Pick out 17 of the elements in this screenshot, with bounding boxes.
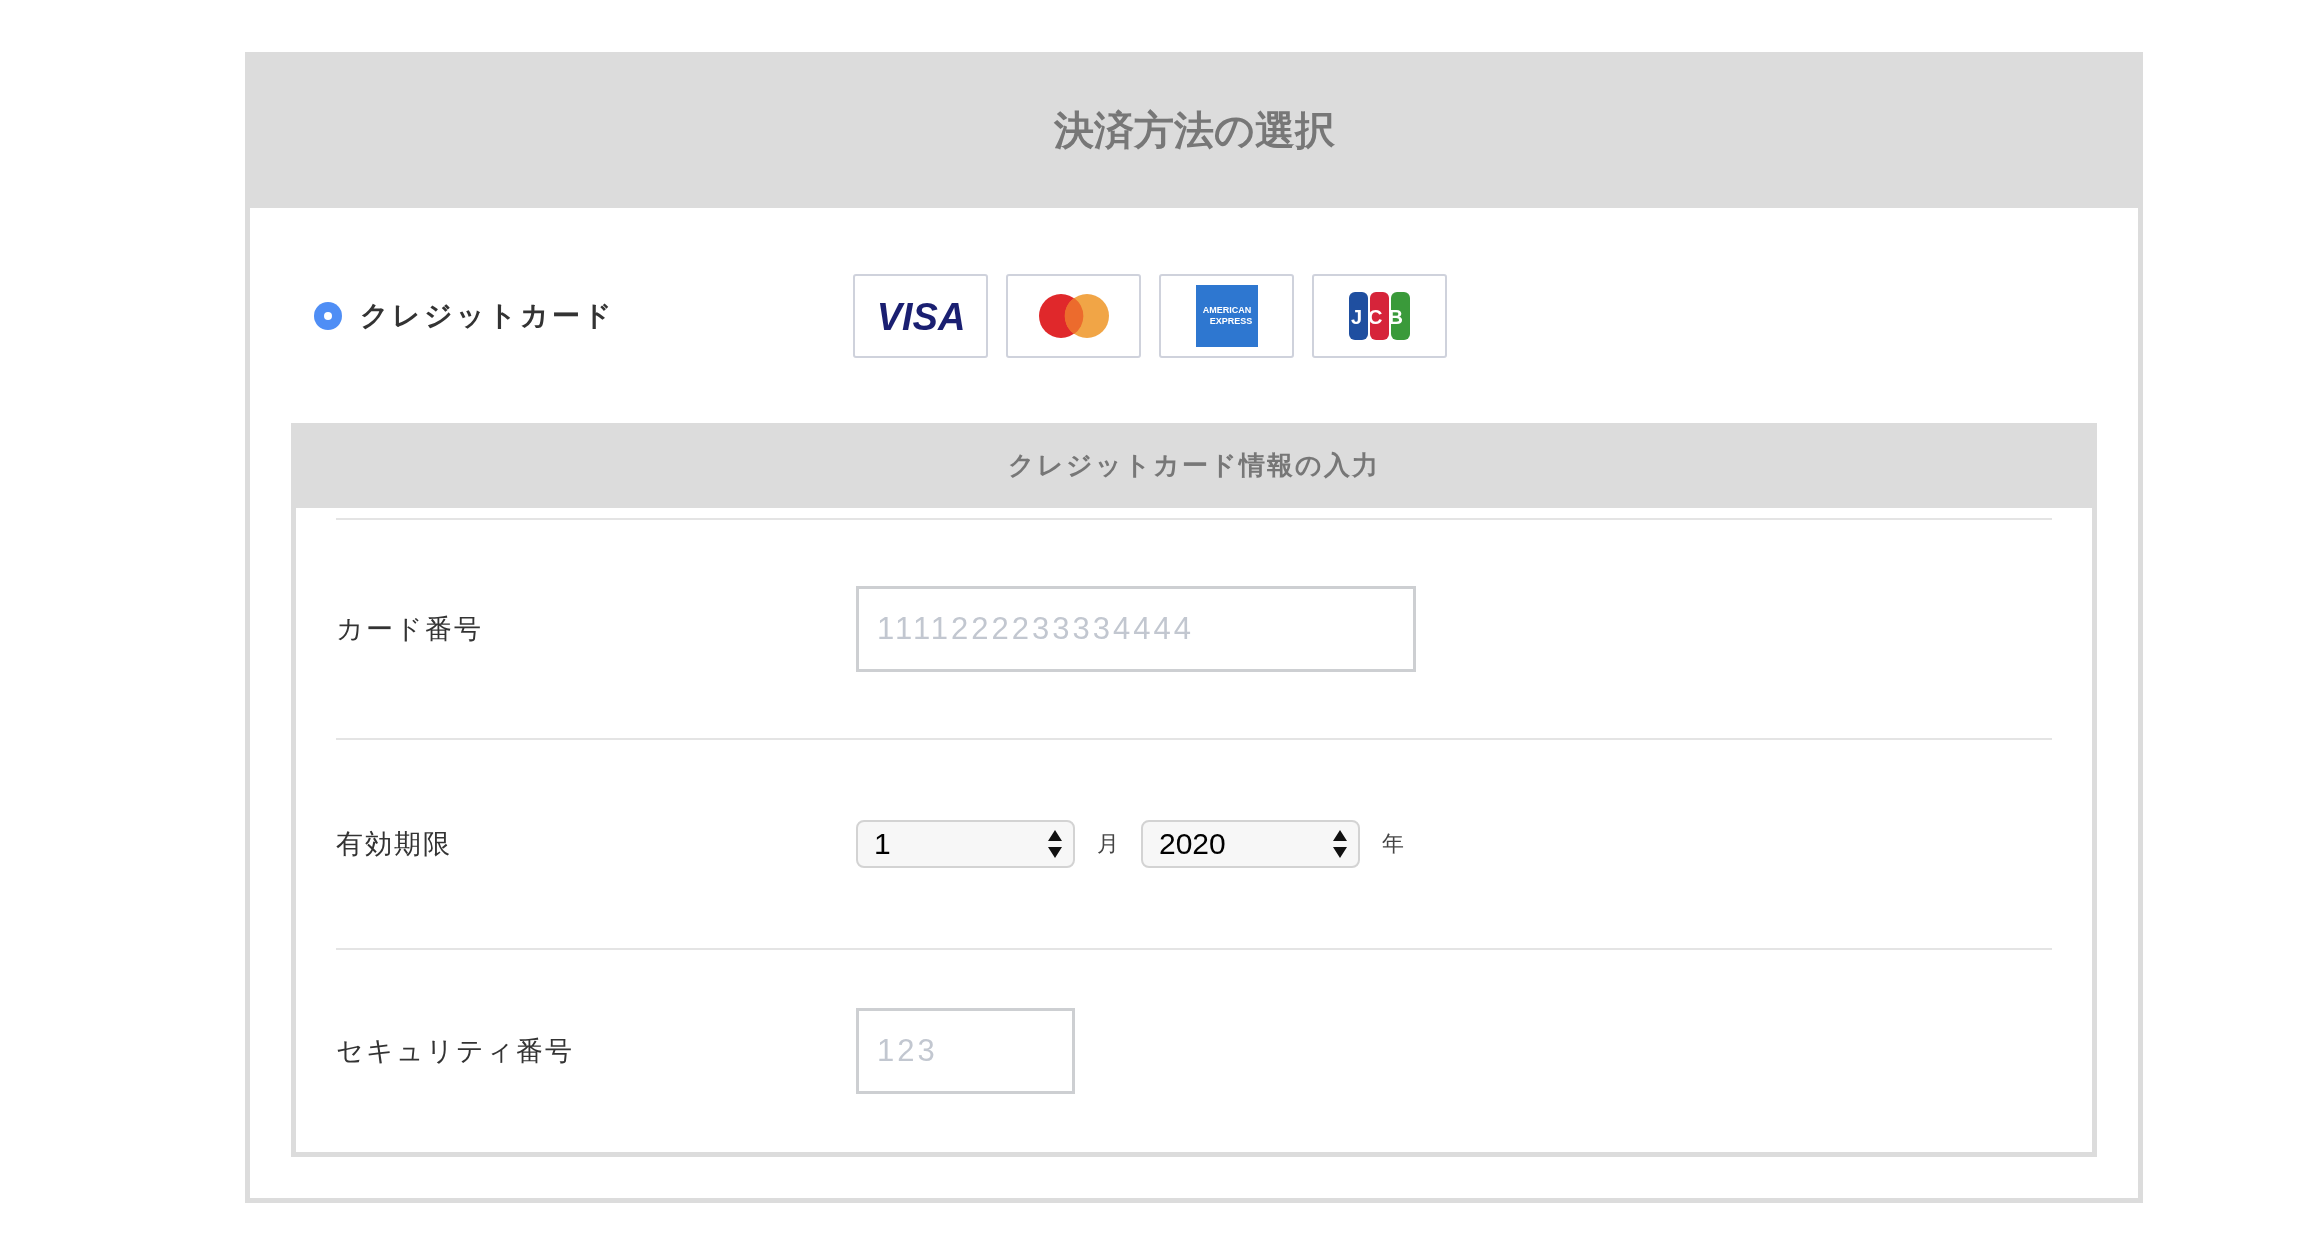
year-select[interactable]: 2020 <box>1141 820 1360 868</box>
text-input[interactable]: 123 <box>856 1008 1075 1094</box>
option-label: クレジットカード <box>360 297 615 334</box>
updown-arrows-icon <box>1047 829 1063 859</box>
panel-title: 決済方法の選択 <box>1053 105 1335 155</box>
text-input[interactable]: 1111222233334444 <box>856 586 1416 672</box>
updown-arrows-icon <box>1332 829 1348 859</box>
field-label: セキュリティ番号 <box>336 1034 575 1068</box>
radio-button[interactable] <box>314 301 342 330</box>
field-label: カード番号 <box>336 612 484 646</box>
amex-logo: AMERICAN EXPRESS <box>1195 284 1258 347</box>
form-title: クレジットカード情報の入力 <box>1008 449 1380 482</box>
month-select[interactable]: 1 <box>856 820 1075 868</box>
field-label: 有効期限 <box>336 827 453 861</box>
unit-label: 年 <box>1382 830 1404 858</box>
unit-label: 月 <box>1097 830 1119 858</box>
visa-logo: VISA <box>868 295 973 336</box>
